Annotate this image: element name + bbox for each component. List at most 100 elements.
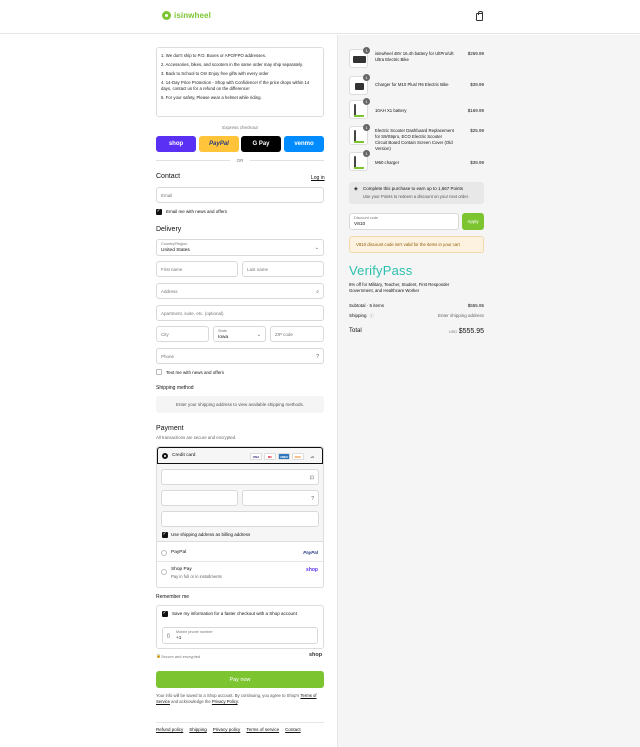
product-name: Electric Scooter Dashboard Replacement f… [375, 128, 454, 151]
paypal-label[interactable]: PayPal [171, 550, 186, 555]
google-pay-button[interactable]: G Pay [241, 136, 281, 152]
login-link[interactable]: Log in [311, 175, 325, 181]
product-thumbnail: 1 [349, 74, 370, 95]
page-header: isinwheel [0, 0, 640, 34]
mobile-label: Mobile phone number [176, 630, 213, 634]
shoppay-logo: shop [306, 567, 318, 573]
points-icon: ◈ [354, 186, 358, 192]
help-icon[interactable]: ? [311, 496, 314, 502]
shopping-bag-icon[interactable] [476, 11, 483, 21]
card-brands: VISA MC AMEX DISC +4 [250, 453, 318, 460]
apartment-field[interactable]: Apartment, suite, etc. (optional) [156, 305, 324, 321]
shoppay-radio[interactable] [161, 569, 167, 575]
product-price: $269.99 [467, 51, 484, 56]
shoppay-label[interactable]: Shop Pay [171, 567, 192, 572]
discount-warning: V810 discount code isn't valid for the i… [349, 236, 484, 253]
cart-item: 1 Electric Scooter Dashboard Replacement… [349, 124, 484, 151]
quantity-badge: 1 [363, 98, 370, 105]
footer-divider [156, 722, 324, 723]
fine-print: Your info will be saved to a Shop accoun… [156, 693, 324, 705]
total-currency: USD [448, 330, 458, 334]
payment-options: Credit card VISA MC AMEX DISC +4 ⊡ ? Use… [156, 446, 324, 588]
brand-logo[interactable]: isinwheel [162, 11, 211, 20]
notice-item: 4. 14-Day Price Protection - Shop with C… [161, 80, 310, 91]
pay-now-button[interactable]: Pay now [156, 671, 324, 688]
text-news-checkbox[interactable] [156, 369, 162, 375]
paypal-radio[interactable] [161, 550, 167, 556]
delivery-heading: Delivery [156, 226, 182, 233]
email-news-label: Email me with news and offers [166, 209, 227, 214]
subtotal-label: Subtotal · 5 items [349, 303, 385, 308]
apply-discount-button[interactable]: Apply [462, 213, 484, 230]
expiration-field[interactable] [161, 490, 238, 506]
mobile-phone-field[interactable]: ▯ Mobile phone number +1 [162, 627, 318, 644]
shipping-label: Shipping [349, 313, 367, 318]
shoppay-subtitle: Pay in full or in installments [171, 574, 222, 579]
contact-link[interactable]: Contact [285, 727, 301, 732]
points-banner: ◈ Complete this purchase to earn up to 1… [349, 182, 484, 204]
billing-same-checkbox[interactable] [162, 531, 168, 538]
discount-label: Discount code [354, 216, 379, 220]
address-field[interactable]: Address ⌕ [156, 283, 324, 299]
more-cards-count: +4 [310, 454, 314, 459]
country-label: Country/Region [161, 242, 188, 246]
paypal-logo: PayPal [303, 550, 318, 555]
shop-pay-button[interactable]: shop [156, 136, 196, 152]
credit-card-option[interactable]: Credit card VISA MC AMEX DISC +4 [157, 447, 323, 464]
footer-links: Refund policy Shipping Privacy policy Te… [156, 727, 301, 732]
info-icon[interactable]: ⓘ [370, 313, 374, 318]
email-field[interactable]: Email [156, 187, 324, 203]
notice-item: 3. Back to School to On! Enjoy free gift… [161, 71, 269, 76]
city-field[interactable]: City [156, 326, 209, 342]
phone-icon: ▯ [167, 633, 170, 639]
visa-icon: VISA [250, 453, 262, 460]
state-label: State [218, 329, 227, 333]
refund-policy-link[interactable]: Refund policy [156, 727, 183, 732]
billing-same-label: Use shipping address as billing address [171, 532, 251, 537]
lock-icon: ⊡ [309, 475, 314, 481]
first-name-field[interactable]: First name [156, 261, 238, 277]
card-number-field[interactable]: ⊡ [161, 469, 319, 485]
product-name: 10AH X1 battery [375, 108, 407, 113]
product-price: $39.99 [470, 82, 484, 87]
fine-text: Your info will be saved to a Shop accoun… [156, 693, 301, 698]
zip-field[interactable]: ZIP code [270, 326, 324, 342]
discount-code-field[interactable]: Discount code V810 [349, 213, 459, 230]
last-name-field[interactable]: Last name [242, 261, 324, 277]
privacy-link[interactable]: Privacy Policy [212, 699, 238, 704]
product-thumbnail: 1 [349, 98, 370, 119]
cart-item: 1 10AH X1 battery $169.99 [349, 98, 484, 120]
product-price: $25.99 [470, 128, 484, 133]
name-on-card-field[interactable] [161, 511, 319, 527]
cart-item: 1 M60 charger $39.99 [349, 150, 484, 172]
email-placeholder: Email [161, 193, 173, 198]
country-value: United States [161, 248, 190, 253]
amex-icon: AMEX [278, 453, 290, 460]
state-select[interactable]: State Iowa ⌄ [213, 326, 266, 342]
phone-placeholder: Phone [161, 354, 175, 359]
discount-value: V810 [354, 222, 366, 227]
chevron-down-icon: ⌄ [314, 245, 319, 251]
country-select[interactable]: Country/Region United States ⌄ [156, 239, 324, 256]
credit-card-radio[interactable] [162, 453, 168, 459]
security-code-field[interactable]: ? [242, 490, 319, 506]
privacy-policy-link[interactable]: Privacy policy [213, 727, 241, 732]
total-amount: USD $555.95 [449, 328, 484, 335]
email-news-checkbox[interactable] [156, 208, 162, 215]
zip-placeholder: ZIP code [275, 332, 293, 337]
quantity-badge: 1 [363, 124, 370, 131]
verifypass-logo[interactable]: VerifyPass [349, 263, 412, 278]
remember-me-box: Save my information for a faster checkou… [156, 605, 324, 649]
product-price: $169.99 [467, 108, 484, 113]
shipping-link[interactable]: Shipping [189, 727, 207, 732]
help-icon[interactable]: ? [316, 354, 319, 360]
save-info-checkbox[interactable] [162, 610, 168, 617]
text-news-label: Text me with news and offers [166, 370, 224, 375]
payment-heading: Payment [156, 425, 184, 432]
fine-text: . [237, 699, 239, 704]
paypal-button[interactable]: PayPal [199, 136, 239, 152]
venmo-button[interactable]: venmo [284, 136, 324, 152]
terms-of-service-link[interactable]: Terms of service [246, 727, 279, 732]
subtotal-value: $555.95 [467, 303, 484, 308]
phone-field[interactable]: Phone ? [156, 348, 324, 364]
